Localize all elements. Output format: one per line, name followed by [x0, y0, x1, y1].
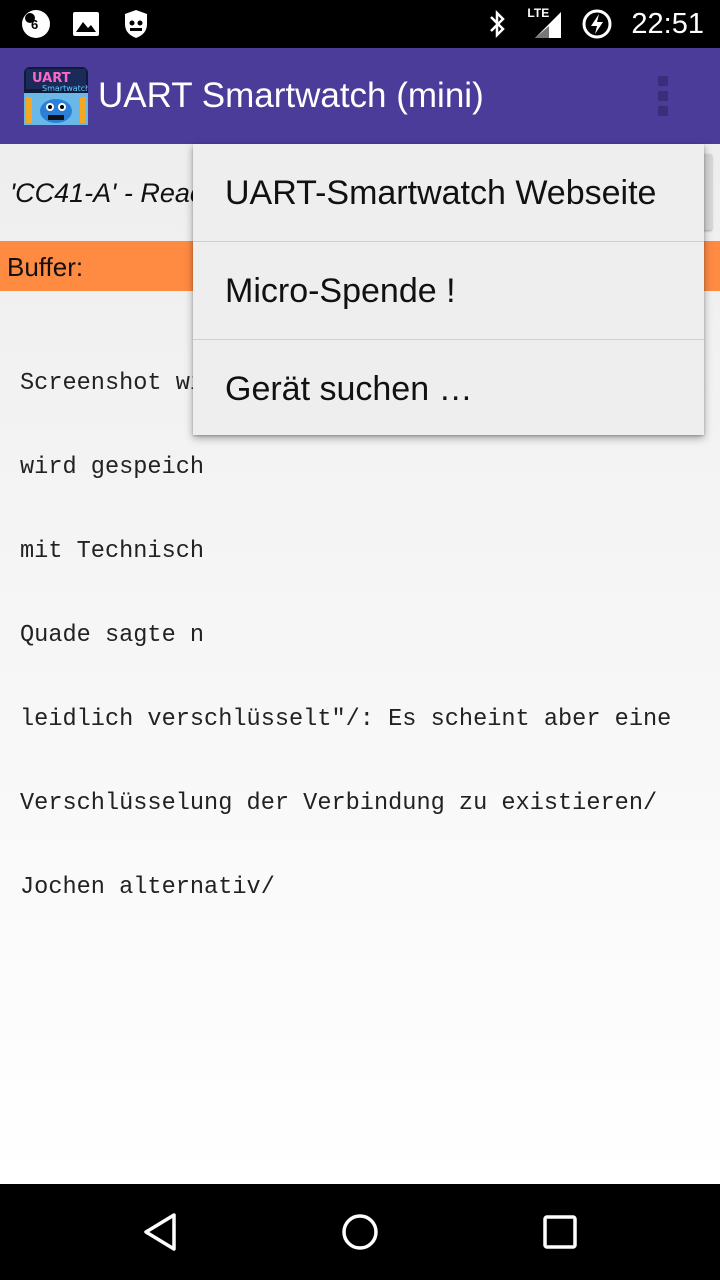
notification-count-icon: 6	[20, 8, 52, 40]
android-robot-icon	[120, 8, 152, 40]
log-line: leidlich verschlüsselt"/: Es scheint abe…	[20, 706, 672, 733]
home-icon[interactable]	[336, 1208, 384, 1256]
lte-signal-icon: LTE	[527, 6, 567, 40]
log-line: wird gespeich	[20, 454, 205, 481]
log-line: Quade sagte n	[20, 622, 205, 649]
notification-badge: 6	[31, 17, 39, 32]
menu-item-micro-spende[interactable]: Micro-Spende !	[193, 242, 704, 339]
navigation-bar	[0, 1184, 720, 1280]
network-type: LTE	[527, 6, 550, 20]
battery-charging-icon	[581, 8, 613, 40]
app-logo: UART Smartwatch	[24, 67, 90, 125]
menu-item-label: UART-Smartwatch Webseite	[225, 174, 657, 212]
menu-item-label: Gerät suchen …	[225, 370, 473, 408]
svg-text:Smartwatch: Smartwatch	[42, 84, 88, 93]
status-time: 22:51	[631, 7, 704, 40]
bluetooth-icon	[481, 8, 513, 40]
log-line: mit Technisch	[20, 538, 205, 565]
menu-item-geraet-suchen[interactable]: Gerät suchen …	[193, 340, 704, 437]
menu-item-label: Micro-Spende !	[225, 272, 456, 310]
log-line: Verschlüsselung der Verbindung zu existi…	[20, 790, 658, 817]
recents-icon[interactable]	[536, 1208, 584, 1256]
overflow-menu: UART-Smartwatch Webseite Micro-Spende ! …	[193, 144, 704, 435]
more-vert-icon[interactable]	[644, 72, 684, 120]
app-title: UART Smartwatch (mini)	[98, 76, 484, 115]
image-icon	[70, 8, 102, 40]
device-status-label: 'CC41-A' - Reac	[10, 178, 204, 208]
app-bar: UART Smartwatch UART Smartwatch (mini)	[0, 48, 720, 144]
back-icon[interactable]	[136, 1208, 184, 1256]
log-line: Jochen alternativ/	[20, 874, 275, 901]
menu-item-webseite[interactable]: UART-Smartwatch Webseite	[193, 144, 704, 241]
status-bar: 6 LTE 22:51	[0, 0, 720, 48]
buffer-label: Buffer:	[7, 252, 84, 282]
